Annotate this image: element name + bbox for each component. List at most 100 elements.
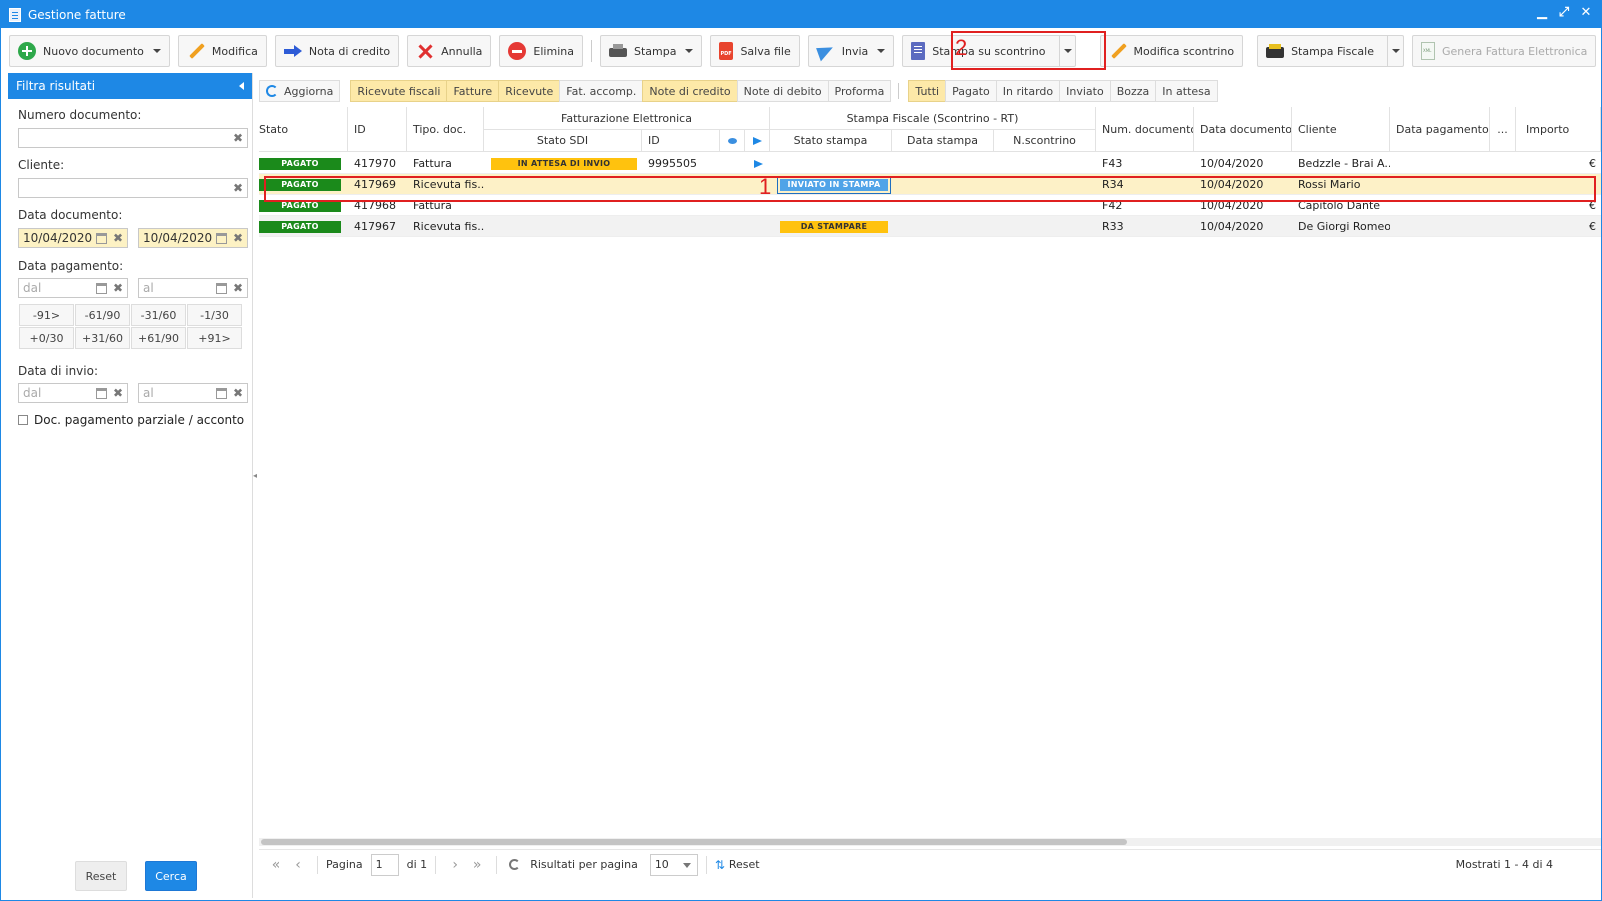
col-header-send[interactable] <box>745 130 770 152</box>
col-header-print-status[interactable]: Stato stampa <box>770 130 892 152</box>
clear-icon[interactable]: ✖ <box>233 231 243 245</box>
filter-ricevute-fiscali[interactable]: Ricevute fiscali <box>350 80 448 102</box>
range-button[interactable]: -91> <box>19 304 74 326</box>
col-header-doc-number[interactable]: Num. documento <box>1096 107 1194 152</box>
send-date-from-input[interactable]: dal ✖ <box>18 383 128 403</box>
table-row[interactable]: PAGATO 417968 Fattura F42 10/04/2020 Capitolo… <box>259 195 1601 216</box>
col-header-client[interactable]: Cliente <box>1292 107 1390 152</box>
calendar-icon[interactable] <box>216 233 227 244</box>
partial-payment-checkbox[interactable]: Doc. pagamento parziale / acconto <box>18 413 244 427</box>
calendar-icon[interactable] <box>216 283 227 294</box>
col-header-sdi-id[interactable]: ID <box>642 130 720 152</box>
clear-icon[interactable]: ✖ <box>233 181 243 195</box>
range-button[interactable]: -1/30 <box>187 304 242 326</box>
calendar-icon[interactable] <box>216 388 227 399</box>
range-button[interactable]: +31/60 <box>75 327 130 349</box>
clear-icon[interactable]: ✖ <box>233 386 243 400</box>
col-header-more[interactable]: ... <box>1490 107 1516 152</box>
payment-date-from-input[interactable]: dal ✖ <box>18 278 128 298</box>
credit-note-button[interactable]: Nota di credito <box>274 35 400 67</box>
prev-page-icon[interactable]: ‹ <box>287 857 309 873</box>
cell-send[interactable] <box>754 153 768 174</box>
col-header-id[interactable]: ID <box>348 107 407 152</box>
reload-icon[interactable] <box>509 859 521 870</box>
client-input[interactable]: ✖ <box>18 178 248 198</box>
generate-einvoice-button[interactable]: Genera Fattura Elettronica <box>1411 35 1597 67</box>
first-page-icon[interactable]: « <box>265 857 287 873</box>
col-header-doc-date[interactable]: Data documento <box>1194 107 1292 152</box>
fiscal-print-button[interactable]: Stampa Fiscale <box>1257 35 1404 67</box>
calendar-icon[interactable] <box>96 283 107 294</box>
range-button[interactable]: -61/90 <box>75 304 130 326</box>
edit-button[interactable]: Modifica <box>177 35 267 67</box>
sidebar-splitter-handle[interactable]: ◂ <box>253 471 258 483</box>
checkbox-icon[interactable] <box>18 415 28 425</box>
close-icon[interactable]: ✕ <box>1579 5 1593 20</box>
refresh-button[interactable]: Aggiorna <box>259 80 341 102</box>
col-header-status[interactable]: Stato <box>259 107 348 152</box>
clear-icon[interactable]: ✖ <box>113 386 123 400</box>
search-button[interactable]: Cerca <box>145 861 197 891</box>
range-button[interactable]: +91> <box>187 327 242 349</box>
payment-date-to-input[interactable]: al ✖ <box>138 278 248 298</box>
filter-in-ritardo[interactable]: In ritardo <box>995 80 1061 102</box>
doc-date-from-input[interactable]: 10/04/2020 ✖ <box>18 228 128 248</box>
minimize-icon[interactable]: ▁ <box>1535 5 1549 20</box>
send-button[interactable]: Invia <box>807 35 895 67</box>
horizontal-scrollbar[interactable] <box>259 838 1601 846</box>
fiscal-print-dropdown[interactable] <box>1386 36 1403 66</box>
table-row[interactable]: PAGATO 417969 Ricevuta fis... INVIATO IN ST… <box>259 174 1601 195</box>
doc-date-to-input[interactable]: 10/04/2020 ✖ <box>138 228 248 248</box>
filter-note-di-debito[interactable]: Note di debito <box>736 80 829 102</box>
reset-sort-link[interactable]: Reset <box>729 858 760 871</box>
filter-proforma[interactable]: Proforma <box>827 80 892 102</box>
col-header-payment-date[interactable]: Data pagamento <box>1390 107 1490 152</box>
next-page-icon[interactable]: › <box>444 857 466 873</box>
clear-icon[interactable]: ✖ <box>113 281 123 295</box>
save-file-button[interactable]: Salva file <box>710 35 800 67</box>
col-header-sdi-status[interactable]: Stato SDI <box>484 130 642 152</box>
reset-filters-button[interactable]: Reset <box>75 861 127 891</box>
clear-icon[interactable]: ✖ <box>233 281 243 295</box>
filter-tutti[interactable]: Tutti <box>908 80 947 102</box>
print-receipt-button[interactable]: Stampa su scontrino <box>902 35 1076 67</box>
clear-icon[interactable]: ✖ <box>233 131 243 145</box>
page-number-input[interactable]: 1 <box>370 853 399 876</box>
col-header-print-date[interactable]: Data stampa <box>892 130 994 152</box>
collapse-left-icon[interactable] <box>239 82 244 90</box>
col-header-view[interactable] <box>720 130 745 152</box>
range-button[interactable]: -31/60 <box>131 304 186 326</box>
calendar-icon[interactable] <box>96 233 107 244</box>
scrollbar-thumb[interactable] <box>261 839 1127 845</box>
print-receipt-dropdown[interactable] <box>1058 36 1075 66</box>
new-document-button[interactable]: Nuovo documento <box>9 35 170 67</box>
range-button[interactable]: +0/30 <box>19 327 74 349</box>
filter-ricevute[interactable]: Ricevute <box>498 80 561 102</box>
table-row[interactable]: PAGATO 417970 Fattura IN ATTESA DI INVIO 999… <box>259 153 1601 174</box>
filter-note-di-credito[interactable]: Note di credito <box>642 80 738 102</box>
col-header-doc-type[interactable]: Tipo. doc. <box>407 107 484 152</box>
table-row[interactable]: PAGATO 417967 Ricevuta fis... DA STAMPARE R3… <box>259 216 1601 237</box>
delete-button[interactable]: Elimina <box>499 35 583 67</box>
edit-receipt-button[interactable]: Modifica scontrino <box>1099 35 1244 67</box>
calendar-icon[interactable] <box>96 388 107 399</box>
filter-inviato[interactable]: Inviato <box>1059 80 1111 102</box>
doc-number-input[interactable]: ✖ <box>18 128 248 148</box>
filter-in-attesa[interactable]: In attesa <box>1155 80 1218 102</box>
filter-pagato[interactable]: Pagato <box>945 80 997 102</box>
col-header-receipt-number[interactable]: N.scontrino <box>994 130 1096 152</box>
filter-bozza[interactable]: Bozza <box>1109 80 1157 102</box>
cancel-document-button[interactable]: Annulla <box>407 35 492 67</box>
clear-icon[interactable]: ✖ <box>113 231 123 245</box>
maximize-icon[interactable]: ⤢ <box>1557 5 1571 20</box>
send-flag-icon[interactable] <box>754 159 763 168</box>
col-header-amount[interactable]: Importo <box>1516 107 1601 152</box>
last-page-icon[interactable]: » <box>466 857 488 873</box>
range-button[interactable]: +61/90 <box>131 327 186 349</box>
filter-fat-accomp[interactable]: Fat. accomp. <box>559 80 644 102</box>
per-page-select[interactable]: 10 <box>649 853 698 876</box>
send-date-to-input[interactable]: al ✖ <box>138 383 248 403</box>
filter-fatture[interactable]: Fatture <box>446 80 500 102</box>
sort-reset-icon[interactable]: ⇅ <box>715 858 725 872</box>
print-button[interactable]: Stampa <box>599 35 703 67</box>
